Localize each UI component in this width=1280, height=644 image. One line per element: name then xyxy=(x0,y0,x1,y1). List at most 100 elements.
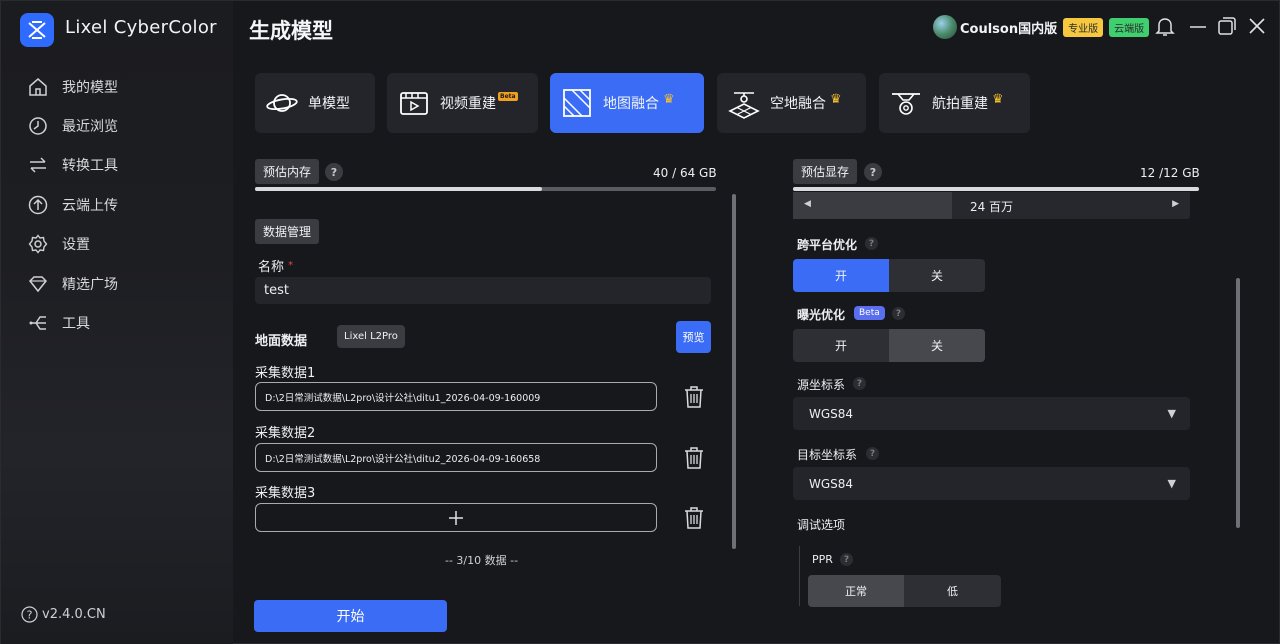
mode-tab-air-ground-fusion[interactable]: 空地融合 ♛ xyxy=(717,73,866,133)
page-title: 生成模型 xyxy=(249,19,333,43)
sidebar-item-convert[interactable]: 转换工具 xyxy=(1,146,233,185)
close-icon[interactable] xyxy=(1246,15,1268,37)
collection-path-input-1[interactable]: D:\2日常测试数据\L2pro\设计公社\ditu1_2026-04-09-1… xyxy=(255,382,657,411)
debug-divider xyxy=(799,546,800,606)
help-icon[interactable]: ? xyxy=(892,307,905,320)
help-icon[interactable]: ? xyxy=(864,163,882,181)
collection-label-2: 采集数据2 xyxy=(255,426,316,441)
crown-icon: ♛ xyxy=(992,91,1004,107)
mode-tab-video-reconstruction[interactable]: 视频重建 Beta xyxy=(387,73,538,133)
mode-tab-label: 视频重建 xyxy=(440,96,496,112)
trash-icon[interactable] xyxy=(683,506,705,530)
app-window: Lixel CyberColor 我的模型 最近浏览 转换工具 云端上传 设置 xyxy=(0,0,1280,644)
add-collection-button[interactable] xyxy=(255,503,657,532)
stepper-value: 24 百万 xyxy=(969,200,1014,214)
trash-icon[interactable] xyxy=(683,446,705,470)
bell-icon[interactable] xyxy=(1154,15,1176,37)
ppr-low[interactable]: 低 xyxy=(904,575,1001,607)
memory-label: 预估内存 xyxy=(255,159,320,184)
app-name: Lixel CyberColor xyxy=(65,17,217,38)
stepper-right-arrow[interactable]: ▶ xyxy=(1172,199,1179,209)
sidebar-item-label: 我的模型 xyxy=(62,79,118,96)
beta-badge: Beta xyxy=(498,91,518,101)
sidebar-item-cloud-upload[interactable]: 云端上传 xyxy=(1,185,233,224)
clock-icon xyxy=(29,117,47,135)
ppr-toggle[interactable]: 正常 低 xyxy=(808,575,1001,607)
drone-icon xyxy=(892,93,920,115)
cross-platform-toggle[interactable]: 开 关 xyxy=(793,259,985,292)
diamond-icon xyxy=(28,275,48,292)
help-circle-icon: ? xyxy=(21,606,38,623)
target-crs-value: WGS84 xyxy=(809,476,854,491)
sidebar-item-tools[interactable]: 工具 xyxy=(1,303,233,342)
version-info[interactable]: ? v2.4.0.CN xyxy=(21,606,106,623)
vram-value: 12 /12 GB xyxy=(1140,166,1200,180)
data-management-label: 数据管理 xyxy=(255,219,320,244)
collection-path-text: D:\2日常测试数据\L2pro\设计公社\ditu2_2026-04-09-1… xyxy=(265,453,541,465)
memory-bar-fill xyxy=(255,187,543,191)
left-scrollbar[interactable] xyxy=(732,194,736,549)
cross-platform-on[interactable]: 开 xyxy=(793,259,889,292)
point-count-stepper[interactable]: ◀ 24 百万 ▶ xyxy=(793,192,1190,219)
vram-bar-fill xyxy=(793,187,1199,191)
help-icon[interactable]: ? xyxy=(840,553,853,566)
collection-path-input-2[interactable]: D:\2日常测试数据\L2pro\设计公社\ditu2_2026-04-09-1… xyxy=(255,443,657,472)
avatar[interactable] xyxy=(933,15,957,39)
mode-tab-label: 航拍重建 xyxy=(932,96,988,112)
sidebar-item-label: 最近浏览 xyxy=(62,119,118,136)
debug-options-label: 调试选项 xyxy=(797,518,846,532)
exposure-on[interactable]: 开 xyxy=(793,329,889,362)
sidebar-item-my-models[interactable]: 我的模型 xyxy=(1,67,233,106)
user-info[interactable]: Coulson国内版 专业版 云端版 xyxy=(933,15,1155,39)
mode-tab-map-fusion[interactable]: 地图融合 ♛ xyxy=(550,73,704,133)
map-fusion-icon xyxy=(563,89,591,117)
restore-icon[interactable] xyxy=(1216,15,1238,37)
planet-icon xyxy=(266,94,298,112)
start-button[interactable]: 开始 xyxy=(254,600,447,632)
crown-icon: ♛ xyxy=(663,91,675,107)
cross-platform-off[interactable]: 关 xyxy=(889,259,985,292)
preview-button[interactable]: 预览 xyxy=(676,321,711,353)
required-mark: * xyxy=(288,260,294,271)
name-input[interactable]: test xyxy=(255,277,711,304)
home-icon xyxy=(29,77,47,96)
collection-label-3: 采集数据3 xyxy=(255,486,316,501)
sidebar-item-gallery[interactable]: 精选广场 xyxy=(1,264,233,303)
cross-platform-label: 跨平台优化 xyxy=(797,238,858,252)
sidebar: Lixel CyberColor 我的模型 最近浏览 转换工具 云端上传 设置 xyxy=(1,1,233,644)
device-chip: Lixel L2Pro xyxy=(337,325,405,348)
sidebar-item-recent[interactable]: 最近浏览 xyxy=(1,106,233,145)
help-icon[interactable]: ? xyxy=(325,163,343,181)
name-label-text: 名称 xyxy=(258,260,285,275)
exposure-label: 曝光优化 xyxy=(797,308,846,322)
transfer-icon xyxy=(30,157,46,173)
cloud-badge: 云端版 xyxy=(1109,17,1150,37)
memory-value: 40 / 64 GB xyxy=(653,166,717,180)
exposure-off[interactable]: 关 xyxy=(889,329,985,362)
help-icon[interactable]: ? xyxy=(853,377,866,390)
logo-icon xyxy=(28,21,46,39)
gear-icon xyxy=(28,234,48,254)
ppr-normal[interactable]: 正常 xyxy=(808,575,904,607)
trash-icon[interactable] xyxy=(683,385,705,409)
name-label: 名称 * xyxy=(258,256,293,275)
collection-path-text: D:\2日常测试数据\L2pro\设计公社\ditu1_2026-04-09-1… xyxy=(265,392,541,404)
target-crs-select[interactable]: WGS84 ▼ xyxy=(793,467,1190,500)
exposure-beta-badge: Beta xyxy=(854,306,885,320)
right-scrollbar[interactable] xyxy=(1236,278,1240,528)
mode-tab-aerial-reconstruction[interactable]: 航拍重建 ♛ xyxy=(879,73,1030,133)
help-icon[interactable]: ? xyxy=(866,447,879,460)
exposure-toggle[interactable]: 开 关 xyxy=(793,329,985,362)
mode-tab-single-model[interactable]: 单模型 xyxy=(255,73,375,133)
minimize-icon[interactable] xyxy=(1187,15,1209,37)
app-logo xyxy=(20,13,54,47)
ppr-label: PPR xyxy=(812,553,833,566)
mode-tab-label: 单模型 xyxy=(308,96,350,112)
svg-text:?: ? xyxy=(27,609,33,622)
source-crs-select[interactable]: WGS84 ▼ xyxy=(793,397,1190,430)
collection-label-1: 采集数据1 xyxy=(255,366,316,381)
ground-data-label: 地面数据 xyxy=(255,334,308,349)
help-icon[interactable]: ? xyxy=(865,237,878,250)
upload-icon xyxy=(28,195,48,215)
sidebar-item-settings[interactable]: 设置 xyxy=(1,225,233,264)
